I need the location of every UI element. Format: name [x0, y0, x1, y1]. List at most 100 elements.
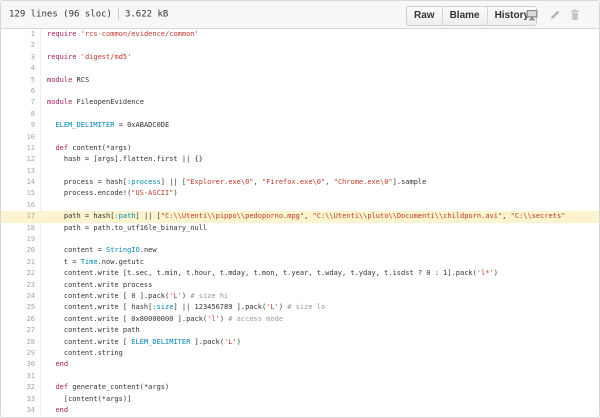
code-text: process.encode!("US-ASCII"): [47, 189, 178, 198]
line-number[interactable]: 12: [1, 154, 35, 165]
file-header: 129 lines (96 sloc) 3.622 kB Raw Blame Hi…: [1, 1, 599, 29]
trash-icon[interactable]: [568, 7, 582, 21]
line-number[interactable]: 11: [1, 143, 35, 154]
file-viewer: 129 lines (96 sloc) 3.622 kB Raw Blame Hi…: [0, 0, 600, 418]
code-text: content.write [t.sec, t.min, t.hour, t.m…: [47, 269, 498, 278]
line-number[interactable]: 10: [1, 132, 35, 143]
code-line: 18 path = path.to_utf16le_binary_null: [1, 223, 599, 234]
line-number[interactable]: 30: [1, 359, 35, 370]
desktop-icon[interactable]: [525, 7, 539, 21]
code-line: 4: [1, 63, 599, 74]
code-line: 19: [1, 234, 599, 245]
info-divider: [117, 8, 119, 20]
line-number[interactable]: 16: [1, 200, 35, 211]
line-number[interactable]: 28: [1, 337, 35, 348]
line-number[interactable]: 23: [1, 280, 35, 291]
line-number[interactable]: 26: [1, 314, 35, 325]
blame-button[interactable]: Blame: [441, 7, 487, 25]
code-text: content.write process: [47, 280, 153, 289]
code-line: 34 end: [1, 405, 599, 416]
code-line: 31: [1, 371, 599, 382]
code-text: def generate_content(*args): [55, 383, 170, 392]
code-line: 7 module FileopenEvidence: [1, 97, 599, 108]
line-number[interactable]: 32: [1, 382, 35, 393]
code-line: 12 hash = [args].flatten.first || {}: [1, 154, 599, 165]
line-number[interactable]: 29: [1, 348, 35, 359]
code-line: 16: [1, 200, 599, 211]
code-text: t = Time.now.getutc: [47, 257, 144, 266]
code-text: content.write [ 0 ].pack('L') # size hi: [47, 291, 229, 300]
code-text: content.write path: [47, 326, 140, 335]
code-text: path = path.to_utf16le_binary_null: [47, 223, 208, 232]
code-table: 1 require 'rcs-common/evidence/common' 2 3 r…: [1, 29, 599, 417]
code-line: 27 content.write path: [1, 325, 599, 336]
code-line: 10: [1, 132, 599, 143]
code-text: require 'rcs-common/evidence/common': [47, 30, 199, 38]
line-number[interactable]: 19: [1, 234, 35, 245]
line-number[interactable]: 21: [1, 257, 35, 268]
code-line: 2: [1, 40, 599, 51]
code-text: path = hash[:path] || ["C:\\Utenti\\pipp…: [47, 212, 566, 221]
line-number[interactable]: 1: [1, 29, 35, 40]
line-number[interactable]: 17: [1, 211, 35, 222]
line-number[interactable]: 18: [1, 223, 35, 234]
code-line: 1 require 'rcs-common/evidence/common': [1, 29, 599, 40]
code-line: 26 content.write [ 0x80000000 ].pack('l'…: [1, 314, 599, 325]
line-number[interactable]: 14: [1, 177, 35, 188]
line-number[interactable]: 31: [1, 371, 35, 382]
line-number[interactable]: 27: [1, 325, 35, 336]
code-line: 32 def generate_content(*args): [1, 382, 599, 393]
code-line: 11 def content(*args): [1, 143, 599, 154]
line-number[interactable]: 24: [1, 291, 35, 302]
code-line: 22 content.write [t.sec, t.min, t.hour, …: [1, 268, 599, 279]
code-text: content.write [ ELEM_DELIMITER ].pack('L…: [47, 337, 241, 346]
pencil-icon[interactable]: [548, 7, 562, 21]
code-line: 33 [content(*args)]: [1, 394, 599, 405]
line-number[interactable]: 20: [1, 245, 35, 256]
file-size: 3.622 kB: [124, 9, 169, 20]
code-text: content.write [ 0x80000000 ].pack('l') #…: [47, 314, 284, 323]
code-line: 13: [1, 166, 599, 177]
code-text: module FileopenEvidence: [47, 98, 144, 107]
code-line: 6: [1, 86, 599, 97]
code-line: 17 path = hash[:path] || ["C:\\Utenti\\p…: [1, 211, 599, 223]
line-number[interactable]: 9: [1, 120, 35, 131]
line-number[interactable]: 33: [1, 394, 35, 405]
code-line: 5 module RCS: [1, 75, 599, 86]
code-text: end: [55, 360, 69, 369]
line-number[interactable]: 25: [1, 302, 35, 313]
code-line: 21 t = Time.now.getutc: [1, 257, 599, 268]
code-line: 15 process.encode!("US-ASCII"): [1, 188, 599, 199]
code-line: 3 require 'digest/md5': [1, 52, 599, 63]
code-text: [content(*args)]: [47, 394, 132, 403]
code-text: def content(*args): [55, 143, 132, 152]
line-number[interactable]: 8: [1, 109, 35, 120]
code-line: 20 content = StringIO.new: [1, 245, 599, 256]
line-number[interactable]: 22: [1, 268, 35, 279]
file-actions: Raw Blame History: [406, 6, 538, 26]
code-text: content.write [ hash[:size] || 123456789…: [47, 303, 326, 312]
code-text: end: [55, 405, 69, 414]
raw-button[interactable]: Raw: [407, 7, 442, 25]
code-text: require 'digest/md5': [47, 52, 132, 61]
code-line: 30 end: [1, 359, 599, 370]
line-number[interactable]: 3: [1, 52, 35, 63]
code-text: hash = [args].flatten.first || {}: [47, 155, 203, 164]
code-line: 24 content.write [ 0 ].pack('L') # size …: [1, 291, 599, 302]
line-number[interactable]: 13: [1, 166, 35, 177]
code-line: 9 ELEM_DELIMITER = 0xABADC0DE: [1, 120, 599, 131]
file-info: 129 lines (96 sloc) 3.622 kB: [9, 8, 168, 20]
line-number[interactable]: 15: [1, 188, 35, 199]
line-number[interactable]: 5: [1, 75, 35, 86]
code-line: 25 content.write [ hash[:size] || 123456…: [1, 302, 599, 313]
code-text: content.string: [47, 348, 123, 357]
line-number[interactable]: 34: [1, 405, 35, 416]
line-number[interactable]: 2: [1, 40, 35, 51]
file-lines-info: 129 lines (96 sloc): [9, 9, 112, 20]
code-text: module RCS: [47, 75, 90, 84]
line-number[interactable]: 7: [1, 97, 35, 108]
line-number[interactable]: 6: [1, 86, 35, 97]
code-text: ELEM_DELIMITER = 0xABADC0DE: [55, 121, 170, 130]
line-number[interactable]: 4: [1, 63, 35, 74]
code-text: content = StringIO.new: [47, 246, 157, 255]
